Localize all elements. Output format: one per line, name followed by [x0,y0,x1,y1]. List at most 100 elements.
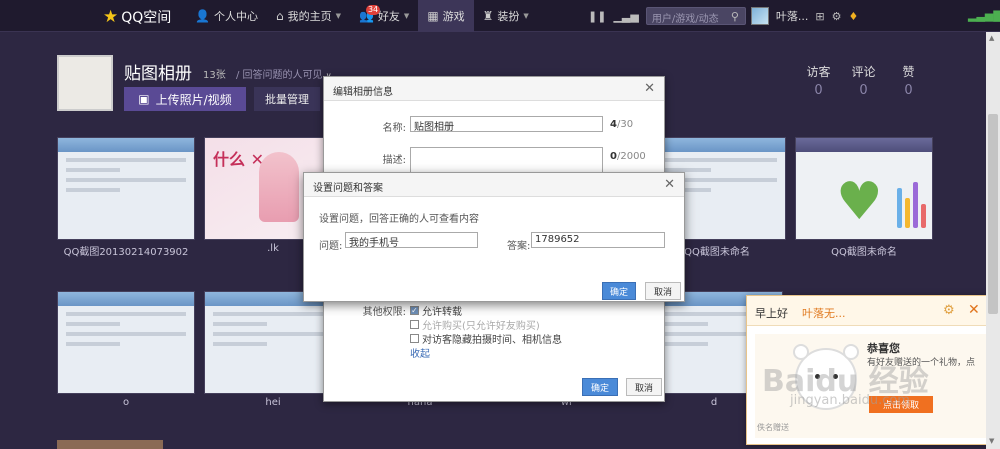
stat-comments[interactable]: 评论 0 [841,63,886,98]
desc-char-counter: 0/2000 [610,151,646,162]
photo-caption[interactable]: o [57,397,195,408]
question-label: 问题: [319,241,343,252]
photo-caption[interactable]: QQ截图20130214073902 [57,243,195,258]
notification-footer: 佚名赠送 [757,423,789,432]
photo-image[interactable] [57,291,195,394]
scroll-thumb[interactable] [988,114,998,314]
batch-manage-button[interactable]: 批量管理 [254,87,320,111]
nav-personal-center[interactable]: 👤 个人中心 [186,0,267,32]
username[interactable]: 叶落... [776,8,809,24]
stat-label: 访客 [806,65,831,79]
signal-bars-icon[interactable]: ▁▃▅ [613,10,638,23]
cancel-button[interactable]: 取消 [626,378,662,396]
notification-title: 恭喜您 [867,342,900,355]
answer-label: 答案: [507,241,531,252]
confirm-button[interactable]: 确定 [602,282,636,300]
confirm-button[interactable]: 确定 [582,378,618,396]
photo-art: 什么 ✕ [213,150,264,169]
close-icon[interactable]: ✕ [664,177,675,192]
nav-friends[interactable]: 👥 34 好友 ▼ [350,0,418,32]
dialog-title: 编辑相册信息 [333,87,393,98]
stat-visitors[interactable]: 访客 0 [796,63,841,98]
close-icon[interactable]: ✕ [644,81,655,96]
checkbox[interactable] [410,334,419,343]
perm-hide-camera-info[interactable]: 对访客隐藏拍摄时间、相机信息 [410,331,562,346]
photo-art [259,152,299,222]
nav-label: 我的主页 [287,10,332,23]
checkbox[interactable] [410,320,419,329]
main-nav: 👤 个人中心 ⌂ 我的主页 ▼ 👥 34 好友 ▼ ▦ 游戏 ♜ 装扮 ▼ [186,0,538,32]
logo-text: QQ空间 [121,10,172,26]
perm-allow-repost[interactable]: ✓ 允许转载 [410,303,462,318]
gear-icon[interactable]: ⚙ [943,303,955,318]
greeting-text: 早上好 [755,307,788,320]
other-permissions-label: 其他权限: [362,307,406,318]
photo-tile[interactable]: QQ截图20130214073902 [57,137,195,258]
photo-image[interactable] [204,291,342,394]
stat-value: 0 [859,83,868,98]
photo-tile-partial[interactable] [57,440,163,449]
photo-image[interactable] [57,137,195,240]
photo-tile[interactable]: hei [204,291,342,408]
perm-allow-buy[interactable]: 允许购买(只允许好友购买) [410,317,540,332]
visibility-text: / 回答问题的人可见 [236,70,323,81]
game-icon: ▦ [427,9,439,23]
dialog-header: 设置问题和答案 ✕ [304,173,684,197]
desc-count: 0 [610,151,617,162]
album-cover-thumbnail[interactable] [57,55,113,111]
collapse-link[interactable]: 收起 [410,345,430,360]
home-icon: ⌂ [275,9,284,23]
name-count: 4 [610,119,617,130]
set-question-dialog: 设置问题和答案 ✕ 设置问题，回答正确的人可查看内容 问题: 我的手机号 答案:… [303,172,685,302]
stat-label: 评论 [851,65,876,79]
question-hint: 设置问题，回答正确的人可查看内容 [319,214,479,225]
answer-input[interactable]: 1789652 [531,232,665,248]
image-upload-icon: ▣ [138,92,150,106]
scroll-down-icon[interactable]: ▼ [989,437,994,445]
person-icon: 👤 [195,9,210,23]
topbar-right-tools: ❚❚ ▁▃▅ 用户/游戏/动态 ⚲ 叶落... ⊞ ⚙ ♦ [588,0,858,32]
nav-my-homepage[interactable]: ⌂ 我的主页 ▼ [267,0,350,32]
album-visibility[interactable]: / 回答问题的人可见 ∨ [236,66,332,81]
desc-max: /2000 [616,151,646,162]
pause-icon[interactable]: ❚❚ [588,10,606,23]
nav-decorate[interactable]: ♜ 装扮 ▼ [474,0,538,32]
photo-art [897,178,926,228]
star-logo-icon: ★ [103,6,119,27]
grid-menu-icon[interactable]: ⊞ [815,10,824,23]
upload-photo-video-button[interactable]: ▣ 上传照片/视频 [124,87,246,111]
photo-tile[interactable]: ♥ QQ截图未命名 [795,137,933,258]
checkbox-checked[interactable]: ✓ [410,306,419,315]
close-icon[interactable]: ✕ [968,302,980,318]
perm-label: 允许购买(只允许好友购买) [422,321,540,332]
album-name-input[interactable]: 贴图相册 [410,116,603,133]
nav-label: 好友 [377,10,400,23]
stat-likes[interactable]: 赞 0 [886,63,931,98]
upload-label: 上传照片/视频 [155,92,232,107]
vip-diamond-icon[interactable]: ♦ [848,10,858,23]
perm-label: 对访客隐藏拍摄时间、相机信息 [422,335,562,346]
photo-caption[interactable]: QQ截图未命名 [795,243,933,258]
perm-label: 允许转载 [422,307,462,318]
photo-tile[interactable]: o [57,291,195,408]
top-navigation-bar: ★ QQ空间 👤 个人中心 ⌂ 我的主页 ▼ 👥 34 好友 ▼ ▦ 游戏 ♜ … [0,0,1000,32]
question-input[interactable]: 我的手机号 [345,232,478,249]
chevron-down-icon: ▼ [335,12,341,20]
nav-label: 游戏 [442,10,465,23]
nav-games[interactable]: ▦ 游戏 [418,0,474,32]
photo-caption[interactable]: hei [204,397,342,408]
vertical-scrollbar[interactable]: ▲ ▼ [986,32,1000,449]
search-icon[interactable]: ⚲ [731,10,739,23]
qzone-logo[interactable]: ★ QQ空间 [103,7,171,27]
gear-icon[interactable]: ⚙ [832,10,842,23]
notification-username[interactable]: 叶落无... [802,305,846,321]
user-avatar[interactable] [750,7,769,25]
cancel-button[interactable]: 取消 [645,282,681,300]
nav-label: 装扮 [497,10,520,23]
scroll-up-icon[interactable]: ▲ [989,34,994,42]
name-label: 名称: [382,123,406,134]
nav-label: 个人中心 [213,10,258,23]
photo-image[interactable]: ♥ [795,137,933,240]
name-char-counter: 4/30 [610,119,633,130]
album-description-textarea[interactable] [410,147,603,175]
